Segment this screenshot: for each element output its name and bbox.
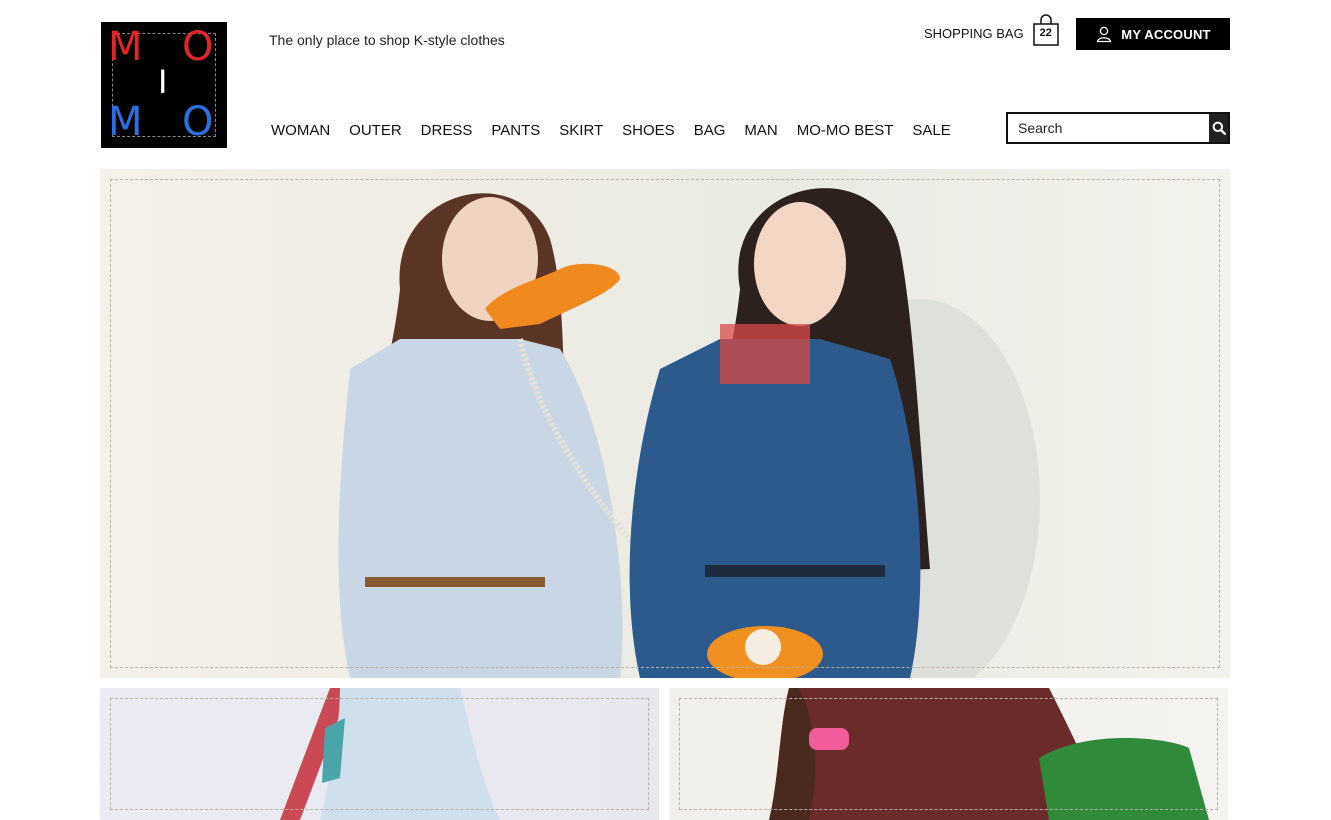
site-logo[interactable]: M O I M O: [101, 22, 227, 148]
my-account-label: MY ACCOUNT: [1121, 26, 1211, 42]
promo-tile-left[interactable]: [100, 688, 659, 820]
promo-photo-right: [769, 688, 1209, 820]
nav-item-bag[interactable]: BAG: [694, 122, 726, 139]
hero-photo: [338, 188, 1040, 678]
promo-tile-right[interactable]: [669, 688, 1228, 820]
nav-item-dress[interactable]: DRESS: [421, 122, 473, 139]
nav-item-shoes[interactable]: SHOES: [622, 122, 675, 139]
search-input[interactable]: [1008, 114, 1209, 142]
search-icon: [1212, 121, 1226, 135]
logo-letter-o-bottom: O: [182, 99, 214, 145]
search-button[interactable]: [1209, 114, 1228, 142]
bag-count: 22: [1039, 27, 1052, 39]
logo-letter-i: I: [158, 63, 168, 101]
user-icon: [1097, 26, 1112, 43]
nav-item-momo-best[interactable]: MO-MO BEST: [797, 122, 894, 139]
site-tagline: The only place to shop K-style clothes: [269, 32, 505, 48]
main-nav: WOMAN OUTER DRESS PANTS SKIRT SHOES BAG …: [271, 122, 970, 139]
logo-letter-m-bottom: M: [108, 99, 143, 145]
promo-photo-left: [280, 688, 500, 820]
nav-item-sale[interactable]: SALE: [912, 122, 950, 139]
nav-item-skirt[interactable]: SKIRT: [559, 122, 603, 139]
shopping-bag-icon: 22: [1032, 14, 1060, 46]
nav-item-pants[interactable]: PANTS: [491, 122, 540, 139]
logo-letter-o-top: O: [182, 24, 214, 70]
shopping-bag-label: SHOPPING BAG: [924, 25, 1024, 41]
nav-item-man[interactable]: MAN: [744, 122, 777, 139]
search-box: [1006, 112, 1230, 144]
nav-item-outer[interactable]: OUTER: [349, 122, 402, 139]
hero-banner[interactable]: [100, 169, 1230, 678]
my-account-button[interactable]: MY ACCOUNT: [1076, 18, 1230, 50]
shopping-bag-link[interactable]: SHOPPING BAG 22: [924, 14, 1060, 46]
logo-letter-m-top: M: [108, 24, 143, 70]
nav-item-woman[interactable]: WOMAN: [271, 122, 330, 139]
